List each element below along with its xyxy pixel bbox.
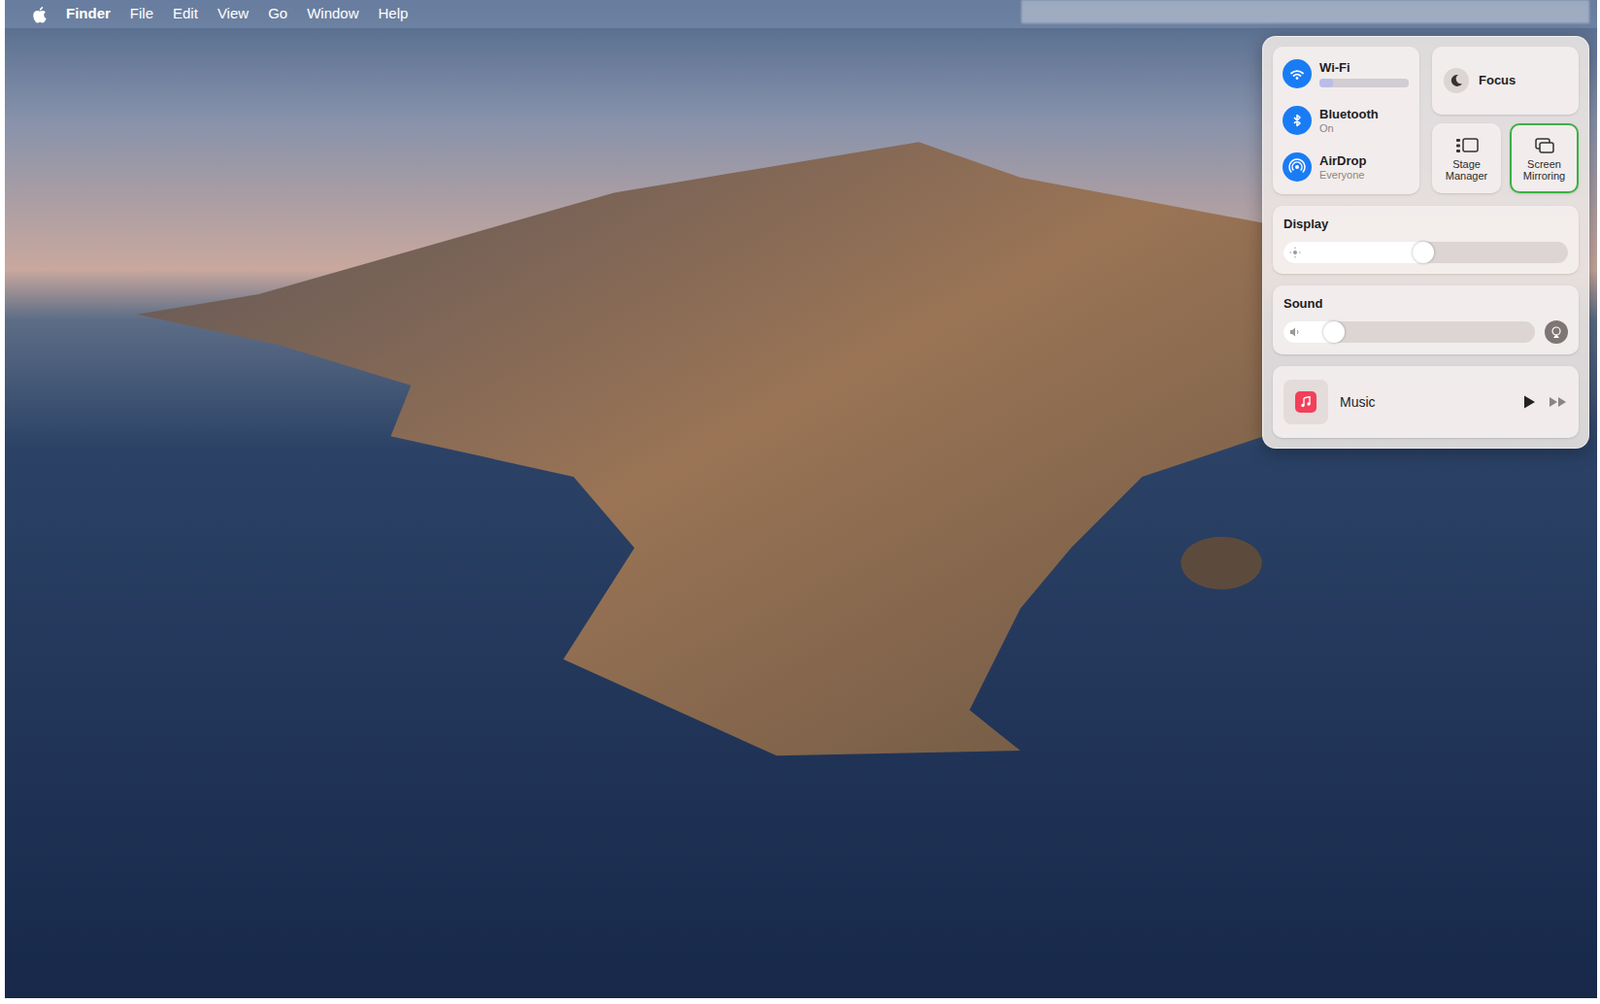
- display-tile: Display: [1272, 205, 1579, 274]
- status-redacted: [1319, 78, 1409, 88]
- now-playing-app: Music: [1339, 392, 1510, 413]
- tile-label: Stage Manager: [1436, 158, 1497, 182]
- now-playing-tile: Music: [1272, 366, 1579, 438]
- forward-icon[interactable]: [1548, 395, 1568, 409]
- music-note-icon: [1300, 396, 1312, 408]
- connectivity-row[interactable]: AirDropEveryone: [1282, 147, 1410, 187]
- label: AirDrop: [1319, 153, 1367, 169]
- connectivity-tile: Wi-Fi BluetoothOn AirDropEveryone: [1272, 46, 1420, 195]
- connectivity-row[interactable]: Wi-Fi: [1282, 54, 1410, 94]
- section-label: Sound: [1283, 294, 1568, 314]
- menu-item[interactable]: Help: [378, 2, 409, 26]
- slider-knob[interactable]: [1412, 241, 1434, 264]
- wifi-icon: [1287, 64, 1307, 84]
- control-tile[interactable]: Screen Mirroring: [1509, 123, 1579, 194]
- menu-item[interactable]: Go: [267, 2, 288, 26]
- focus-tile[interactable]: Focus: [1432, 46, 1579, 115]
- bluetooth-icon: [1287, 110, 1307, 131]
- tile-label: Screen Mirroring: [1514, 158, 1574, 182]
- status: Everyone: [1319, 168, 1367, 182]
- airplay-audio-icon: [1549, 325, 1564, 339]
- app-name[interactable]: Finder: [66, 2, 111, 26]
- toggle[interactable]: [1282, 59, 1312, 89]
- moon-icon: [1449, 73, 1464, 88]
- menu-item[interactable]: Window: [306, 2, 359, 26]
- music-app-icon: [1283, 379, 1329, 425]
- slider-fill: [1283, 241, 1434, 264]
- toggle[interactable]: [1282, 152, 1312, 182]
- control-tile[interactable]: Stage Manager: [1432, 123, 1501, 194]
- menu-item[interactable]: View: [217, 2, 249, 26]
- menu-extras-blurred: [1021, 0, 1590, 24]
- sound-slider[interactable]: [1283, 321, 1535, 343]
- screen-mirroring-icon: [1533, 135, 1557, 156]
- sound-tile: Sound: [1272, 285, 1579, 356]
- menu-bar: Finder File Edit View Go Window Help: [4, 0, 1598, 29]
- menu-item[interactable]: Edit: [172, 2, 199, 26]
- control-center: Wi-Fi BluetoothOn AirDropEveryone Focus Stag…: [1262, 35, 1590, 449]
- play-icon: [1522, 395, 1536, 409]
- apple-icon[interactable]: [31, 5, 47, 24]
- status: On: [1319, 122, 1379, 135]
- slider-knob[interactable]: [1323, 321, 1345, 343]
- connectivity-row[interactable]: BluetoothOn: [1282, 100, 1410, 140]
- play-button[interactable]: [1521, 394, 1537, 410]
- menu-item[interactable]: File: [130, 2, 154, 26]
- desktop: Finder File Edit View Go Window Help Wi-Fi Bluet…: [4, 0, 1598, 999]
- audio-output-button[interactable]: [1544, 320, 1568, 344]
- label: Bluetooth: [1319, 106, 1379, 123]
- section-label: Display: [1283, 214, 1568, 234]
- toggle[interactable]: [1282, 105, 1312, 135]
- brightness-icon: [1289, 246, 1301, 259]
- focus-label: Focus: [1478, 70, 1516, 91]
- airdrop-icon: [1287, 157, 1307, 177]
- volume-icon: [1289, 326, 1301, 338]
- display-slider[interactable]: [1283, 241, 1568, 264]
- stage-manager-icon: [1454, 135, 1480, 156]
- label: Wi-Fi: [1319, 60, 1409, 76]
